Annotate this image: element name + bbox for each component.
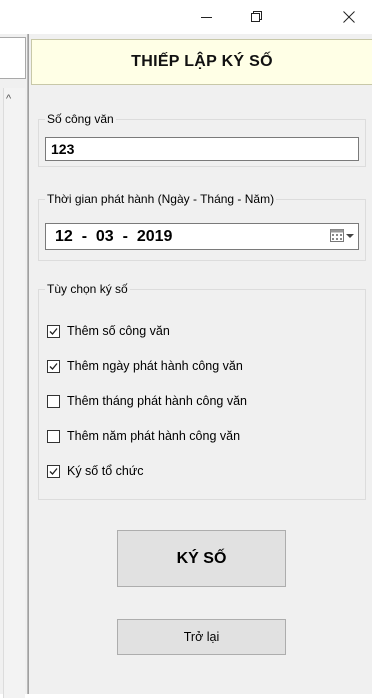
scroll-up-arrow-icon[interactable]: ^ xyxy=(6,94,11,105)
panel-header: THIẾP LẬP KÝ SỐ xyxy=(31,39,372,85)
option-add-release-day[interactable]: Thêm ngày phát hành công văn xyxy=(47,357,243,375)
option-label: Thêm ngày phát hành công văn xyxy=(67,359,243,373)
sign-settings-panel: THIẾP LẬP KÝ SỐ Số công văn 123 Thời gia… xyxy=(28,34,372,694)
restore-icon[interactable] xyxy=(234,0,280,34)
checkbox[interactable] xyxy=(47,464,60,478)
option-label: Thêm số công văn xyxy=(67,324,170,338)
checkbox[interactable] xyxy=(47,429,60,443)
option-organization-sign[interactable]: Ký số tổ chức xyxy=(47,462,143,480)
option-add-release-month[interactable]: Thêm tháng phát hành công văn xyxy=(47,392,247,410)
checkmark-icon xyxy=(49,362,58,370)
sign-button[interactable]: KÝ SỐ xyxy=(117,530,286,587)
document-number-legend: Số công văn xyxy=(45,112,116,126)
background-scrollbar[interactable] xyxy=(3,88,25,698)
sign-button-label: KÝ SỐ xyxy=(176,549,227,567)
release-date-value: 12 - 03 - 2019 xyxy=(55,228,173,245)
back-button[interactable]: Trở lại xyxy=(117,619,286,655)
chevron-down-icon[interactable] xyxy=(346,233,354,239)
option-add-release-year[interactable]: Thêm năm phát hành công văn xyxy=(47,427,240,445)
checkbox[interactable] xyxy=(47,359,60,373)
option-label: Ký số tổ chức xyxy=(67,464,144,478)
option-label: Thêm năm phát hành công văn xyxy=(67,429,241,443)
checkbox[interactable] xyxy=(47,324,60,338)
background-app-strip: ^ xyxy=(0,34,28,698)
checkbox[interactable] xyxy=(47,394,60,408)
release-date-picker[interactable]: 12 - 03 - 2019 xyxy=(45,223,359,250)
page-title: THIẾP LẬP KÝ SỐ xyxy=(131,53,273,70)
sign-options-group: Tùy chọn ký số Thêm số công văn Thêm ngà… xyxy=(38,282,366,500)
title-bar xyxy=(0,0,372,34)
sign-options-legend: Tùy chọn ký số xyxy=(45,282,130,296)
back-button-label: Trở lại xyxy=(183,630,220,644)
checkmark-icon xyxy=(49,327,58,335)
checkmark-icon xyxy=(49,467,58,475)
document-number-input[interactable]: 123 xyxy=(45,137,359,161)
document-number-group: Số công văn 123 xyxy=(38,112,366,167)
background-text-field xyxy=(0,37,26,79)
close-icon[interactable] xyxy=(326,0,372,34)
minimize-icon[interactable] xyxy=(184,0,230,34)
calendar-icon[interactable] xyxy=(330,229,354,242)
option-add-document-number[interactable]: Thêm số công văn xyxy=(47,322,170,340)
option-label: Thêm tháng phát hành công văn xyxy=(67,394,247,408)
release-date-legend: Thời gian phát hành (Ngày - Tháng - Năm) xyxy=(45,192,277,206)
release-date-group: Thời gian phát hành (Ngày - Tháng - Năm)… xyxy=(38,192,366,261)
